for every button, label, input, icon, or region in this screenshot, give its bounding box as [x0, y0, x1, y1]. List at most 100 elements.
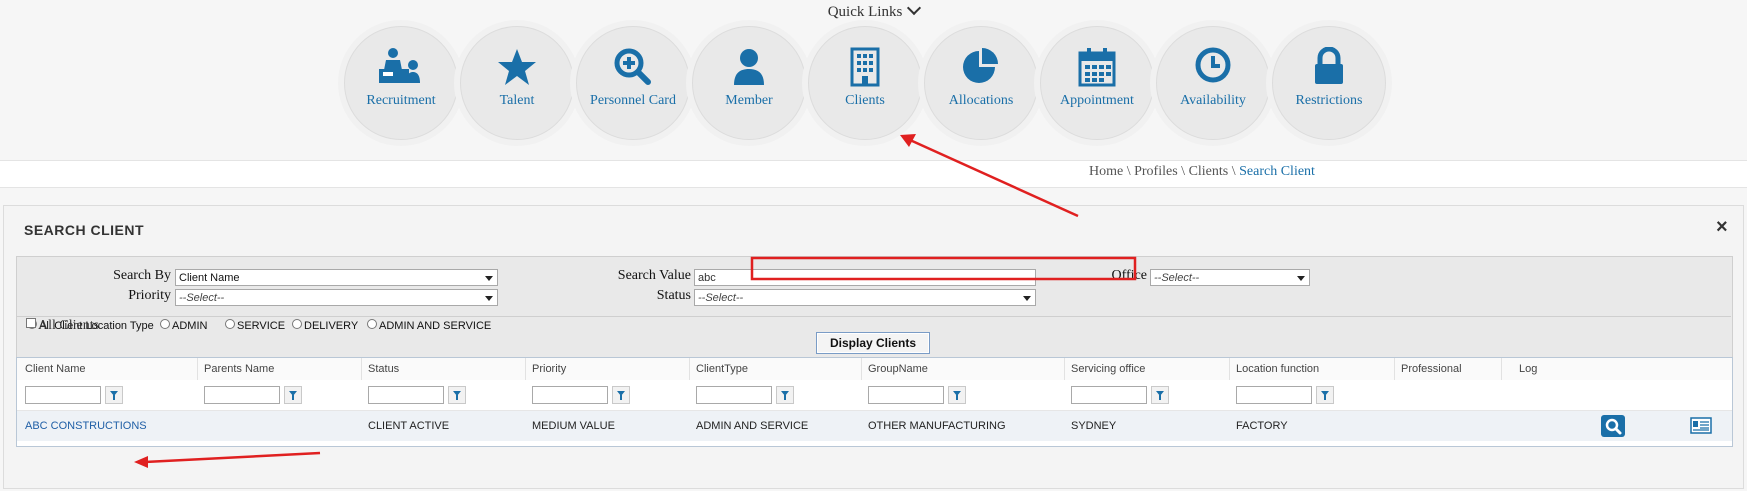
filter-input-group-name[interactable] — [868, 386, 944, 404]
panel-title: SEARCH CLIENT — [24, 222, 145, 238]
cell-group-name: OTHER MANUFACTURING — [868, 420, 1006, 432]
priority-select[interactable]: --Select-- — [175, 289, 498, 306]
filter-icon[interactable] — [1151, 386, 1169, 404]
breadcrumb-clients[interactable]: Clients — [1189, 164, 1229, 179]
professional-search-button[interactable] — [1601, 415, 1625, 437]
lock-icon — [1273, 46, 1385, 89]
column-header[interactable]: Location function — [1236, 363, 1319, 375]
filter-icon[interactable] — [776, 386, 794, 404]
breadcrumb-current: Search Client — [1239, 164, 1315, 179]
filter-input-location-function[interactable] — [1236, 386, 1312, 404]
quick-link-availability[interactable]: Availability — [1156, 26, 1270, 140]
column-header: Log — [1519, 363, 1538, 375]
quick-links-toggle[interactable]: Quick Links — [0, 0, 1747, 21]
breadcrumb: Home \ Profiles \ Clients \ Search Clien… — [1089, 164, 1315, 180]
filter-row — [17, 380, 1732, 411]
display-clients-button[interactable]: Display Clients — [816, 332, 930, 354]
status-select[interactable]: --Select-- — [694, 289, 1036, 306]
search-value-input[interactable]: abc — [694, 269, 1036, 286]
column-header[interactable]: ClientType — [696, 363, 748, 375]
star-icon — [461, 47, 573, 89]
column-header[interactable]: Parents Name — [204, 363, 274, 375]
annotation-arrowhead — [900, 134, 916, 147]
quick-link-allocations[interactable]: Allocations — [924, 26, 1038, 140]
dropdown-arrow-icon — [485, 296, 493, 301]
priority-value: --Select-- — [179, 292, 225, 304]
id-card-icon — [1690, 417, 1712, 434]
quick-link-label: Personnel Card — [590, 93, 676, 108]
cell-location-function: FACTORY — [1236, 420, 1288, 432]
all-clients-label: All Clients — [38, 318, 100, 333]
filter-input-status[interactable] — [368, 386, 444, 404]
clients-grid: Client Name Parents Name Status Priority… — [16, 357, 1733, 447]
user-icon — [693, 47, 805, 89]
cell-servicing-office: SYDNEY — [1071, 420, 1117, 432]
chevron-down-icon — [907, 0, 922, 16]
search-by-select[interactable]: Client Name — [175, 269, 498, 286]
filter-input-parents-name[interactable] — [204, 386, 280, 404]
cell-client-type: ADMIN AND SERVICE — [696, 420, 809, 432]
quick-link-label: Restrictions — [1295, 93, 1363, 108]
breadcrumb-home[interactable]: Home — [1089, 164, 1123, 179]
breadcrumb-profiles[interactable]: Profiles — [1134, 164, 1178, 179]
breadcrumb-separator: \ — [1181, 164, 1186, 179]
quick-link-clients[interactable]: Clients — [808, 26, 922, 140]
pie-chart-icon — [925, 47, 1037, 89]
filter-input-priority[interactable] — [532, 386, 608, 404]
filter-icon[interactable] — [1316, 386, 1334, 404]
filter-input-client-type[interactable] — [696, 386, 772, 404]
quick-links-title: Quick Links — [827, 4, 903, 20]
filter-icon[interactable] — [284, 386, 302, 404]
column-header[interactable]: Client Name — [25, 363, 86, 375]
cell-priority: MEDIUM VALUE — [532, 420, 615, 432]
quick-link-label: Allocations — [948, 93, 1014, 108]
filter-icon[interactable] — [948, 386, 966, 404]
client-name-link[interactable]: ABC CONSTRUCTIONS — [25, 420, 147, 432]
breadcrumb-separator: \ — [1126, 164, 1131, 179]
dropdown-arrow-icon — [485, 276, 493, 281]
cell-status: CLIENT ACTIVE — [368, 420, 450, 432]
quick-link-personnel-card[interactable]: Personnel Card — [576, 26, 690, 140]
building-icon — [809, 47, 921, 89]
all-clients-checkbox[interactable]: All Clients — [26, 318, 99, 334]
breadcrumb-separator: \ — [1231, 164, 1236, 179]
grid-header: Client Name Parents Name Status Priority… — [17, 358, 1732, 381]
search-by-label: Search By — [113, 268, 171, 283]
clock-icon — [1157, 47, 1269, 89]
column-header[interactable]: Status — [368, 363, 399, 375]
checkbox-icon — [26, 318, 36, 328]
office-label: Office — [1111, 268, 1148, 283]
quick-link-talent[interactable]: Talent — [460, 26, 574, 140]
quick-link-member[interactable]: Member — [692, 26, 806, 140]
quick-link-label: Appointment — [1060, 93, 1134, 108]
column-header: Professional — [1401, 363, 1462, 375]
column-header[interactable]: Servicing office — [1071, 363, 1145, 375]
column-header[interactable]: Priority — [532, 363, 566, 375]
quick-link-label: Clients — [845, 93, 885, 108]
status-value: --Select-- — [698, 292, 744, 304]
filter-icon[interactable] — [105, 386, 123, 404]
quick-link-label: Recruitment — [366, 93, 436, 108]
dropdown-arrow-icon — [1023, 296, 1031, 301]
filter-icon[interactable] — [612, 386, 630, 404]
quick-link-recruitment[interactable]: Recruitment — [344, 26, 458, 140]
status-label: Status — [656, 288, 691, 303]
filter-input-servicing-office[interactable] — [1071, 386, 1147, 404]
calendar-icon — [1041, 47, 1153, 89]
search-client-panel: SEARCH CLIENT × Search By Client Name Pr… — [3, 205, 1744, 489]
magnify-plus-icon — [577, 47, 689, 89]
quick-link-appointment[interactable]: Appointment — [1040, 26, 1154, 140]
log-button[interactable] — [1690, 417, 1712, 434]
office-select[interactable]: --Select-- — [1150, 269, 1310, 286]
search-by-value: Client Name — [179, 272, 240, 284]
quick-link-label: Member — [725, 93, 773, 108]
close-icon[interactable]: × — [1716, 216, 1728, 239]
dropdown-arrow-icon — [1297, 276, 1305, 281]
recruitment-icon — [345, 47, 457, 89]
search-icon — [1605, 418, 1622, 435]
column-header[interactable]: GroupName — [868, 363, 928, 375]
office-value: --Select-- — [1154, 272, 1200, 284]
quick-link-restrictions[interactable]: Restrictions — [1272, 26, 1386, 140]
filter-input-client-name[interactable] — [25, 386, 101, 404]
filter-icon[interactable] — [448, 386, 466, 404]
